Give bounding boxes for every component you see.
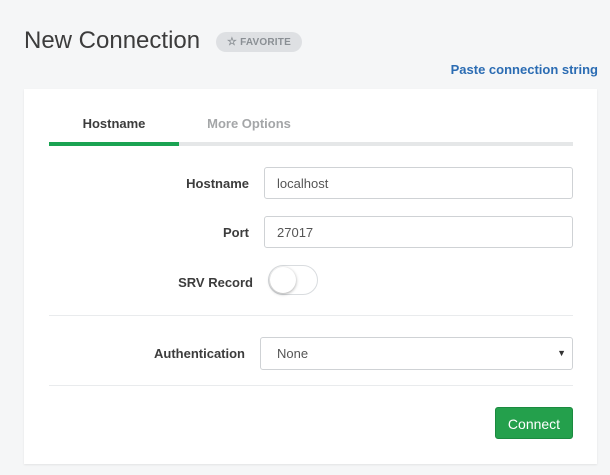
divider [49,315,573,316]
port-label: Port [223,225,249,240]
authentication-selected-value: None [277,346,309,361]
authentication-label: Authentication [154,346,245,361]
srv-record-toggle[interactable] [268,265,318,295]
star-outline-icon: ☆ [227,35,238,48]
srv-record-label: SRV Record [178,275,253,290]
tab-bar: Hostname More Options [49,115,573,146]
divider [49,385,573,386]
paste-connection-string-link[interactable]: Paste connection string [451,62,598,77]
hostname-input[interactable] [264,167,573,199]
connection-form-card: Hostname More Options Hostname Port SRV … [24,89,597,464]
favorite-label: FAVORITE [240,36,291,48]
connect-button[interactable]: Connect [495,407,573,439]
port-input[interactable] [264,216,573,248]
tab-more-options[interactable]: More Options [184,115,314,142]
authentication-select[interactable]: None ▼ [260,337,573,370]
hostname-label: Hostname [186,176,249,191]
toggle-knob [270,267,296,293]
caret-down-icon: ▼ [557,348,566,358]
tab-hostname[interactable]: Hostname [49,115,179,146]
page-title: New Connection [24,27,201,54]
favorite-button[interactable]: ☆ FAVORITE [216,32,302,52]
